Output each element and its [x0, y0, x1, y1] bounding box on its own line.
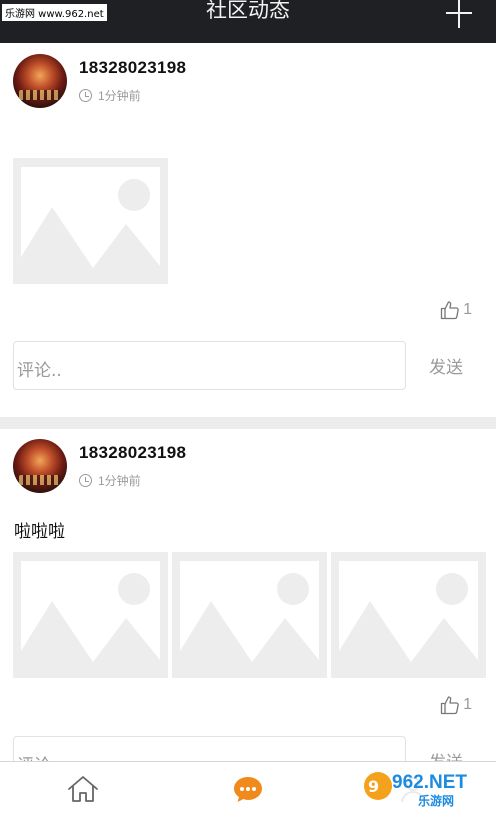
- like-count: 1: [463, 696, 472, 713]
- post-divider: [0, 417, 496, 429]
- post-username: 18328023198: [79, 443, 187, 462]
- thumbs-up-icon: [440, 301, 459, 320]
- thumbs-up-icon: [440, 696, 459, 715]
- avatar[interactable]: [13, 439, 67, 493]
- post-time-label: 1分钟前: [98, 474, 141, 488]
- comment-input[interactable]: 评论..: [13, 736, 406, 761]
- tab-community[interactable]: [165, 762, 330, 813]
- like-count: 1: [463, 301, 472, 318]
- clock-icon: [79, 89, 92, 102]
- svg-text:9: 9: [368, 777, 379, 796]
- post-image[interactable]: [172, 552, 327, 678]
- svg-text:乐游网: 乐游网: [418, 793, 454, 808]
- like-button[interactable]: 1: [440, 695, 472, 715]
- post-image[interactable]: [13, 158, 168, 284]
- clock-icon: [79, 474, 92, 487]
- watermark-logo: 9 962.NET 乐游网: [358, 762, 490, 810]
- like-button[interactable]: 1: [440, 300, 472, 320]
- post-time: 1分钟前: [79, 87, 141, 104]
- watermark-label: 乐游网 www.962.net: [2, 4, 107, 21]
- feed-list[interactable]: 18328023198 1分钟前 1 评论.. 发送 18328023198 1…: [0, 43, 496, 761]
- image-placeholder-icon: [13, 158, 168, 284]
- post-text: 啦啦啦: [14, 522, 65, 542]
- post-time: 1分钟前: [79, 472, 141, 489]
- chat-bubble-icon: [233, 777, 262, 802]
- add-post-button[interactable]: [442, 0, 476, 32]
- image-placeholder-icon: [13, 552, 168, 678]
- avatar[interactable]: [13, 54, 67, 108]
- comment-input[interactable]: 评论..: [13, 341, 406, 390]
- post-time-label: 1分钟前: [98, 89, 141, 103]
- feed-post: 18328023198 1分钟前 1 评论.. 发送: [0, 43, 496, 417]
- post-image[interactable]: [331, 552, 486, 678]
- tab-home[interactable]: [0, 762, 165, 813]
- post-image[interactable]: [13, 552, 168, 678]
- send-button[interactable]: 发送: [429, 353, 463, 378]
- send-button[interactable]: 发送: [429, 748, 463, 761]
- home-icon: [67, 776, 98, 802]
- image-placeholder-icon: [172, 552, 327, 678]
- feed-post: 18328023198 1分钟前 啦啦啦 1: [0, 429, 496, 761]
- bottom-tab-bar: 9 962.NET 乐游网: [0, 761, 496, 813]
- svg-text:962.NET: 962.NET: [392, 772, 467, 793]
- post-username: 18328023198: [79, 58, 187, 77]
- image-placeholder-icon: [331, 552, 486, 678]
